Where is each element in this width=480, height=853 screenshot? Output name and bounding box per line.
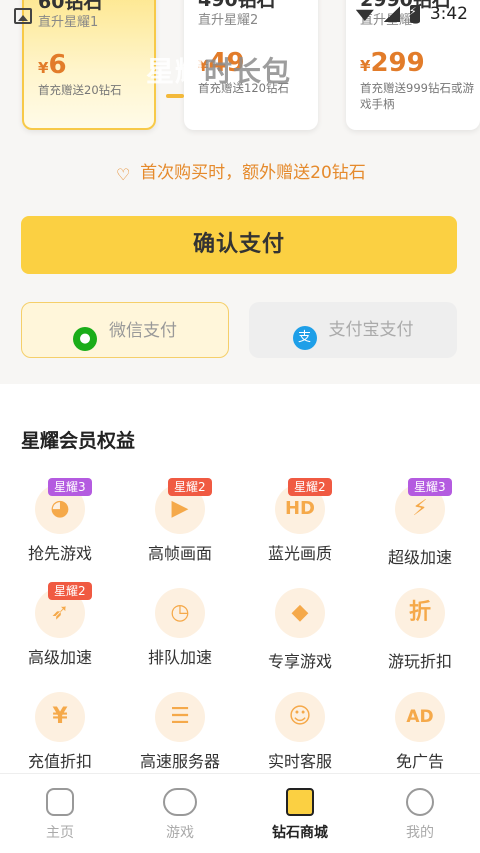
benefit-label: 专享游戏	[267, 652, 332, 671]
benefit-label: 高帧画面	[147, 544, 212, 563]
first-purchase-note: ♡ 首次购买时，额外赠送20钻石	[116, 163, 366, 184]
user-icon	[406, 788, 434, 816]
benefit-label: 排队加速	[147, 648, 212, 667]
speedometer-icon: ◷	[155, 588, 205, 638]
server-icon: ☰	[155, 692, 205, 742]
discount-icon: 折	[395, 588, 445, 638]
ticket-icon: ¥	[35, 692, 85, 742]
benefit-label: 蓝光画质	[267, 544, 332, 563]
tab-diamond-store[interactable]: 钻石商城	[240, 774, 360, 853]
level-badge: 星耀3	[408, 478, 452, 496]
gamepad-icon	[163, 788, 197, 816]
benefit-item[interactable]: ➶ 星耀2 高级加速	[0, 582, 120, 682]
tab-home[interactable]: 主页	[0, 774, 120, 853]
image-notification-icon	[14, 8, 32, 24]
slide-indicator	[166, 94, 184, 98]
benefit-label: 游玩折扣	[387, 652, 452, 671]
confirm-pay-button[interactable]: 确认支付	[21, 216, 457, 274]
tab-overlay-title: 星耀时长包	[146, 55, 292, 88]
bottom-tab-bar: 主页 游戏 钻石商城 我的	[0, 773, 480, 853]
benefit-label: 高级加速	[27, 648, 92, 667]
battery-icon	[409, 5, 420, 23]
benefit-item[interactable]: ◆ 专享游戏	[240, 582, 360, 682]
benefit-label: 充值折扣	[27, 752, 92, 771]
signal-icon	[383, 6, 400, 22]
heart-icon: ♡	[116, 165, 131, 184]
tab-games[interactable]: 游戏	[120, 774, 240, 853]
benefit-item[interactable]: ▶ 星耀2 高帧画面	[120, 478, 240, 578]
benefit-item[interactable]: ⚡ 星耀3 超级加速	[360, 478, 480, 578]
benefit-item[interactable]: HD 星耀2 蓝光画质	[240, 478, 360, 578]
member-benefits: 星耀会员权益 ◕ 星耀3 抢先游戏 ▶ 星耀2 高帧画面 HD 星耀2 蓝光画质…	[0, 384, 480, 774]
package-price: ¥6	[38, 50, 67, 80]
benefit-label: 高速服务器	[139, 752, 220, 771]
package-price: ¥299	[360, 48, 425, 78]
payment-methods: ● 微信支付 支支付宝支付	[21, 302, 457, 358]
wechat-pay-option[interactable]: ● 微信支付	[21, 302, 229, 358]
headset-icon: ☺	[275, 692, 325, 742]
benefit-item[interactable]: ☰ 高速服务器	[120, 686, 240, 786]
level-badge: 星耀2	[48, 582, 92, 600]
package-gift: 首充赠送20钻石	[38, 83, 122, 97]
benefit-item[interactable]: ¥ 充值折扣	[0, 686, 120, 786]
tab-profile[interactable]: 我的	[360, 774, 480, 853]
level-badge: 星耀3	[48, 478, 92, 496]
benefit-item[interactable]: ◕ 星耀3 抢先游戏	[0, 478, 120, 578]
level-badge: 星耀2	[288, 478, 332, 496]
diamond-icon: ◆	[275, 588, 325, 638]
alipay-icon: 支	[292, 326, 317, 350]
status-bar: 3:42	[0, 0, 480, 34]
benefit-label: 抢先游戏	[27, 544, 92, 563]
benefit-item[interactable]: ☺ 实时客服	[240, 686, 360, 786]
status-time: 3:42	[429, 4, 468, 24]
home-icon	[46, 788, 74, 816]
no-ad-icon: AD	[395, 692, 445, 742]
benefits-title: 星耀会员权益	[21, 430, 136, 452]
benefit-item[interactable]: ◷ 排队加速	[120, 582, 240, 682]
benefit-label: 实时客服	[267, 752, 332, 771]
wechat-icon: ●	[73, 327, 97, 351]
benefit-item[interactable]: 折 游玩折扣	[360, 582, 480, 682]
wifi-icon	[355, 9, 374, 21]
package-gift: 首充赠送999钻石或游戏手柄	[360, 81, 474, 111]
benefit-item[interactable]: AD 免广告	[360, 686, 480, 786]
benefit-label: 超级加速	[387, 548, 452, 567]
alipay-option[interactable]: 支支付宝支付	[249, 302, 457, 358]
diamond-store-icon	[286, 788, 314, 816]
benefit-label: 免广告	[395, 752, 444, 771]
level-badge: 星耀2	[168, 478, 212, 496]
